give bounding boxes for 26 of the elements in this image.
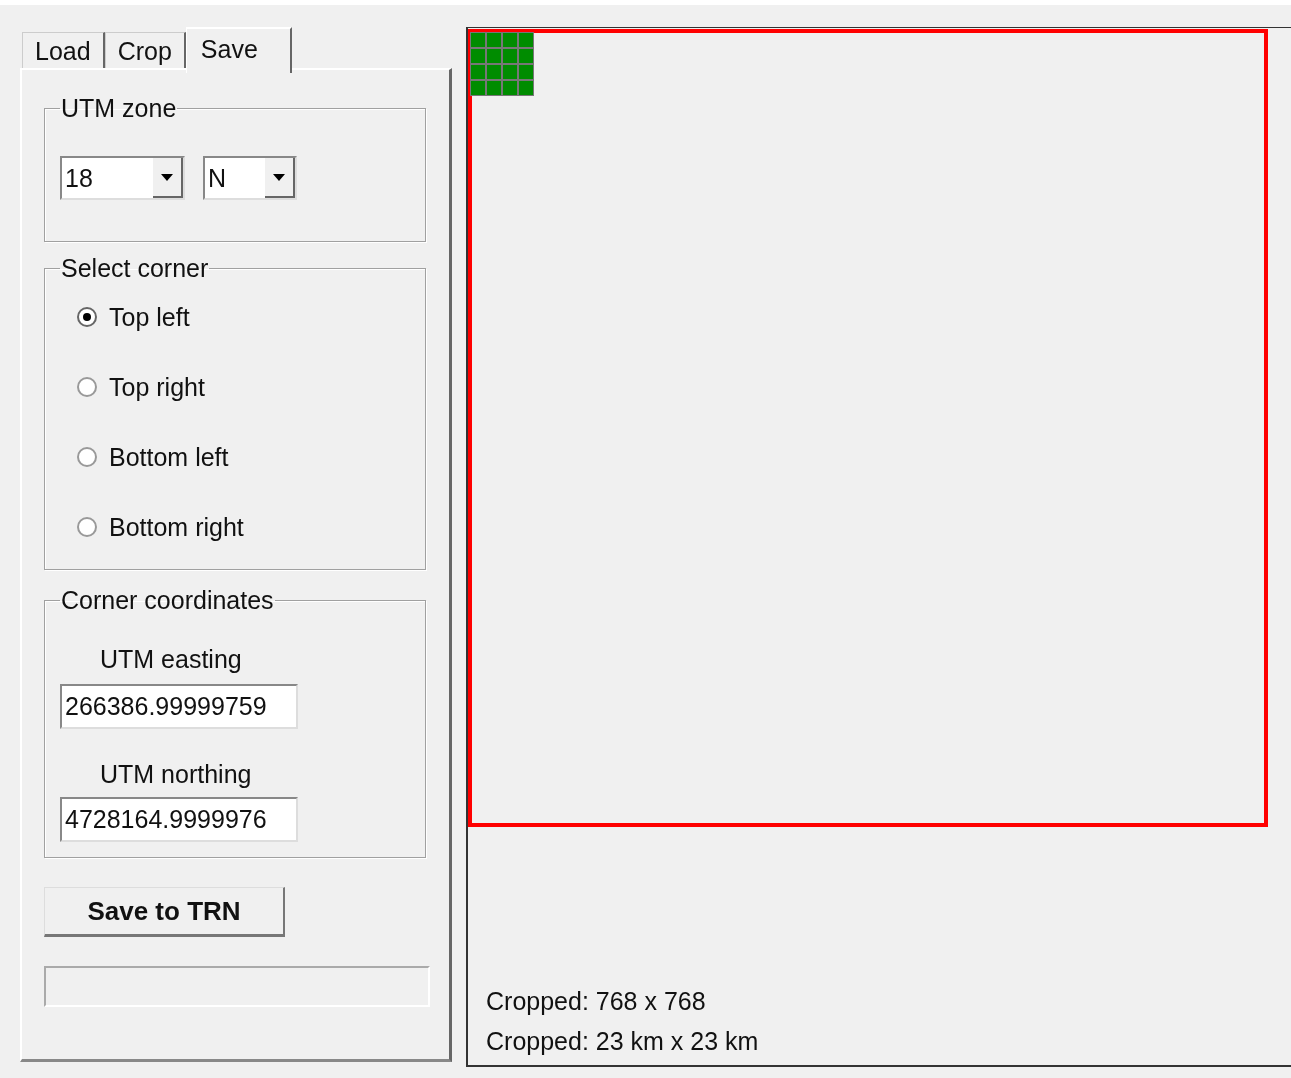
caret-icon	[153, 158, 183, 198]
group-title: Corner coordinates	[60, 586, 275, 614]
save-button[interactable]: Save to TRN	[44, 887, 285, 937]
info-text: Cropped: 768 x 768	[486, 986, 707, 1017]
tab[interactable]: Load	[22, 32, 105, 68]
radio-label[interactable]: Top right	[109, 372, 205, 402]
tab[interactable]: Crop	[104, 32, 186, 68]
tile-grid-drawing	[470, 32, 534, 96]
radio-button[interactable]	[77, 517, 97, 537]
hemisphere-dropdown[interactable]: N	[203, 156, 297, 200]
radio-button[interactable]	[77, 307, 97, 327]
field-label: UTM northing	[100, 759, 253, 789]
radio-label[interactable]: Top left	[109, 302, 190, 332]
caret-icon	[265, 158, 295, 198]
radio-button[interactable]	[77, 447, 97, 467]
radio-label[interactable]: Bottom left	[109, 442, 229, 472]
zone-dropdown[interactable]: 18	[60, 156, 185, 200]
tab[interactable]: Save	[185, 27, 292, 73]
info-text: Cropped: 23 km x 23 km	[486, 1026, 760, 1057]
input-field[interactable]: 266386.99999759	[60, 684, 298, 729]
field-label: UTM easting	[100, 644, 243, 674]
group-title: UTM zone	[60, 94, 178, 122]
radio-button[interactable]	[77, 377, 97, 397]
input-field[interactable]: 4728164.9999976	[60, 797, 298, 842]
radio-label[interactable]: Bottom right	[109, 512, 244, 542]
group-title: Select corner	[60, 254, 210, 282]
